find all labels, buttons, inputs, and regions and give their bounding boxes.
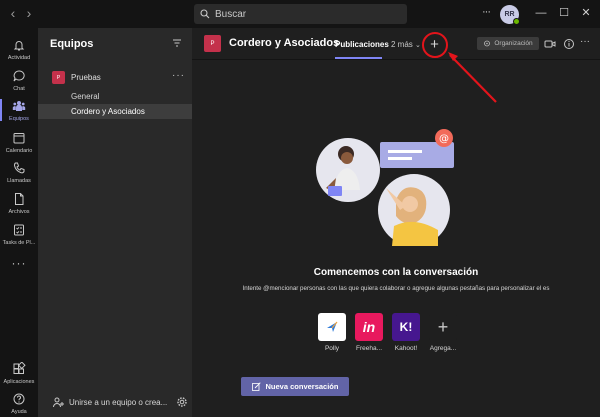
compose-icon: [251, 382, 261, 391]
minimize-icon[interactable]: —: [533, 5, 549, 21]
app-name: Freeha...: [355, 345, 382, 352]
tab-more-dropdown[interactable]: 2 más ⌄: [391, 40, 421, 49]
presence-indicator: [513, 18, 520, 25]
rail-item-chat[interactable]: Chat: [0, 65, 38, 99]
rail-label: Aplicaciones: [3, 379, 35, 385]
empty-state-subtitle: Intente @mencionar personas con las que …: [242, 285, 550, 292]
phone-icon: [13, 162, 25, 174]
rail-item-files[interactable]: Archivos: [0, 188, 38, 222]
teams-icon: [12, 101, 26, 111]
app-name: Agrega...: [429, 345, 457, 352]
rail-item-tasks[interactable]: Tasks de Pl...: [0, 219, 38, 253]
active-tab-indicator: [335, 57, 382, 59]
plus-icon: +: [437, 316, 449, 337]
rail-label: Tasks de Pl...: [2, 240, 36, 246]
organization-button[interactable]: Organización: [477, 37, 539, 50]
channel-main: P Cordero y Asociados Publicaciones 2 má…: [192, 28, 600, 417]
help-icon: [13, 393, 25, 405]
meet-icon[interactable]: [543, 37, 557, 51]
suggested-apps: Polly in Freeha... K! Kahoot! + Agrega..…: [318, 313, 518, 363]
avatar[interactable]: RR: [500, 5, 520, 25]
app-rail: Actividad Chat Equipos Calendario Llamad…: [0, 28, 38, 417]
rail-label: Ayuda: [11, 409, 27, 415]
search-icon: [200, 9, 210, 19]
rail-label: Archivos: [8, 209, 30, 215]
organization-label: Organización: [494, 40, 533, 47]
title-bar: ‹ › Buscar ··· RR — ☐ ✕: [0, 0, 600, 28]
empty-state-title: Comencemos con la conversación: [313, 267, 479, 278]
search-input[interactable]: Buscar: [194, 4, 407, 24]
new-conversation-label: Nueva conversación: [265, 382, 339, 391]
close-icon[interactable]: ✕: [578, 5, 594, 21]
app-name: Polly: [324, 345, 340, 352]
app-tile: [318, 313, 346, 341]
apps-icon: [13, 362, 26, 374]
bell-icon: [13, 41, 25, 51]
new-conversation-button[interactable]: Nueva conversación: [241, 377, 349, 396]
conversation-illustration: @: [316, 129, 454, 246]
team-more-icon[interactable]: ···: [172, 70, 185, 81]
rail-label: Actividad: [7, 55, 31, 61]
rail-label: Calendario: [5, 148, 33, 154]
app-polly[interactable]: Polly: [318, 313, 348, 352]
team-badge: P: [52, 71, 65, 84]
freehand-icon: in: [362, 319, 376, 335]
rail-item-calendar[interactable]: Calendario: [0, 127, 38, 161]
rail-more-apps-icon[interactable]: ···: [0, 252, 38, 286]
maximize-icon[interactable]: ☐: [556, 5, 572, 21]
channel-title: Cordero y Asociados: [229, 37, 340, 49]
rail-item-teams[interactable]: Equipos: [0, 95, 38, 129]
join-team-icon: [53, 397, 64, 408]
forward-arrow-icon[interactable]: ›: [22, 6, 36, 20]
app-name: Kahoot!: [394, 345, 418, 352]
team-item-pruebas[interactable]: P Pruebas ···: [38, 69, 192, 87]
rail-item-activity[interactable]: Actividad: [0, 34, 38, 68]
file-icon: [15, 193, 24, 205]
calendar-icon: [13, 133, 25, 144]
polly-icon: [327, 321, 338, 332]
app-freehand[interactable]: in Freeha...: [355, 313, 385, 352]
avatar-initials: RR: [504, 11, 515, 18]
chevron-down-icon: ⌄: [415, 42, 421, 49]
at-mention-icon: @: [439, 134, 449, 145]
rail-label: Equipos: [9, 116, 29, 122]
app-kahoot[interactable]: K! Kahoot!: [392, 313, 422, 352]
tab-more-label: 2 más: [391, 40, 413, 49]
filter-icon[interactable]: [172, 38, 182, 48]
teams-title: Equipos: [50, 38, 94, 50]
rail-item-calls[interactable]: Llamadas: [0, 157, 38, 191]
rail-item-help[interactable]: Ayuda: [0, 388, 38, 417]
channel-item-cordero[interactable]: Cordero y Asociados: [38, 104, 192, 119]
channel-item-general[interactable]: General: [38, 89, 192, 104]
tasks-icon: [14, 224, 24, 236]
teams-panel: Equipos P Pruebas ··· General Cordero y …: [38, 28, 192, 417]
join-team-label: Unirse a un equipo o crea...: [69, 398, 168, 407]
channel-header: P Cordero y Asociados Publicaciones 2 má…: [192, 28, 600, 60]
join-team-button[interactable]: Unirse a un equipo o crea...: [38, 394, 192, 412]
more-options-icon[interactable]: ···: [478, 4, 494, 20]
org-chart-icon: [484, 40, 491, 47]
info-icon[interactable]: [562, 37, 576, 51]
back-arrow-icon[interactable]: ‹: [6, 6, 20, 20]
add-tab-button[interactable]: +: [424, 34, 445, 55]
app-tile: +: [429, 313, 457, 341]
team-name: Pruebas: [71, 73, 101, 82]
rail-label: Llamadas: [7, 178, 31, 184]
search-placeholder: Buscar: [215, 8, 247, 20]
rail-label: Chat: [13, 86, 25, 92]
kahoot-icon: K!: [399, 320, 413, 334]
rail-item-apps[interactable]: Aplicaciones: [0, 358, 38, 392]
app-tile: in: [355, 313, 383, 341]
tab-publicaciones[interactable]: Publicaciones: [335, 40, 389, 49]
gear-icon[interactable]: [176, 396, 188, 408]
more-icon[interactable]: ···: [580, 36, 594, 50]
app-tile: K!: [392, 313, 420, 341]
chat-icon: [13, 70, 25, 82]
channel-team-badge: P: [204, 35, 221, 52]
app-add-more[interactable]: + Agrega...: [429, 313, 459, 352]
